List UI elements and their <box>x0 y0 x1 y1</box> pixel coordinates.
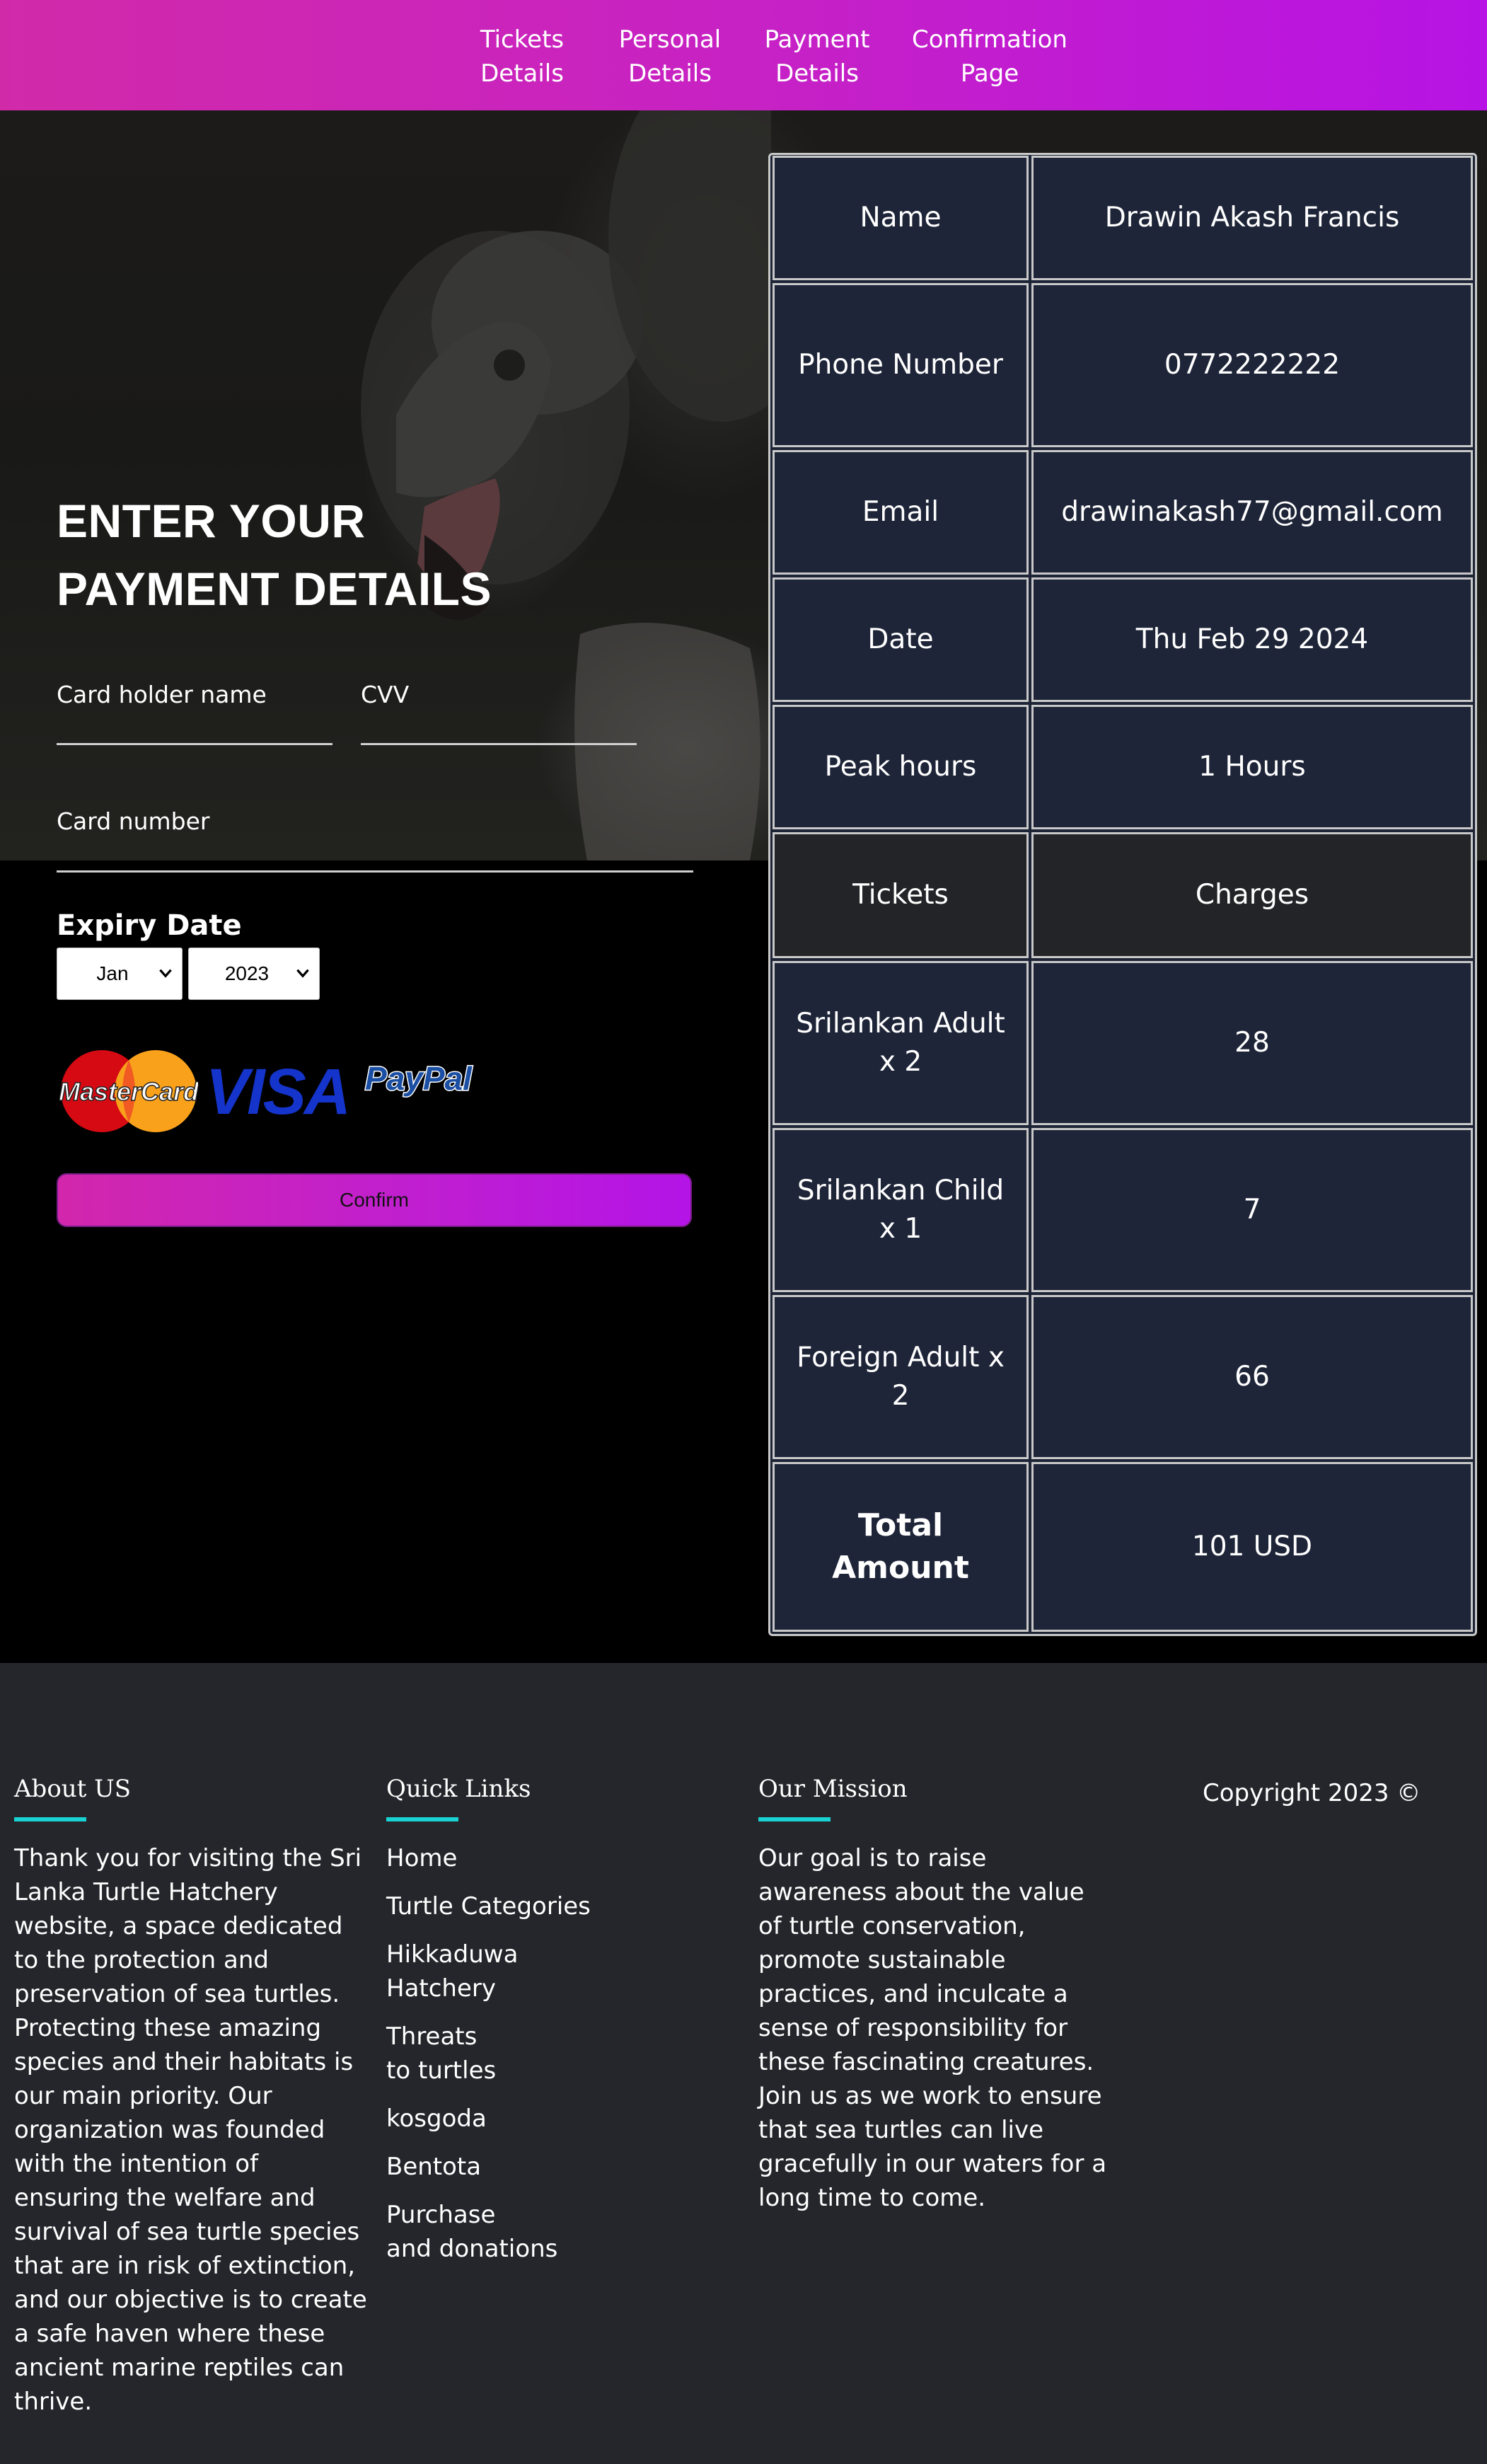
summary-value-total: 101 USD <box>1031 1462 1473 1632</box>
nav-payment-details[interactable]: Payment Details <box>760 23 874 91</box>
card-holder-label: Card holder name <box>57 681 267 708</box>
footer-heading-underline <box>758 1817 831 1821</box>
summary-label-srilankan-adult: Srilankan Adult x 2 <box>773 961 1029 1125</box>
summary-label-srilankan-child: Srilankan Child x 1 <box>773 1128 1029 1292</box>
footer-link-hikkaduwa-hatchery[interactable]: Hikkaduwa Hatchery <box>386 1938 518 2005</box>
summary-header-tickets: Tickets <box>773 832 1029 958</box>
summary-value-date: Thu Feb 29 2024 <box>1031 577 1473 702</box>
card-number-input[interactable] <box>57 870 693 873</box>
summary-value-foreign-adult: 66 <box>1031 1295 1473 1459</box>
footer-quick-links-heading: Quick Links <box>386 1775 531 1803</box>
summary-header-charges: Charges <box>1031 832 1473 958</box>
summary-value-phone: 0772222222 <box>1031 283 1473 447</box>
summary-value-srilankan-child: 7 <box>1031 1128 1473 1292</box>
payment-title: ENTER YOUR PAYMENT DETAILS <box>57 495 492 615</box>
footer-link-threats-to-turtles[interactable]: Threats to turtles <box>386 2020 496 2088</box>
card-holder-input[interactable] <box>57 743 332 745</box>
summary-label-date: Date <box>773 577 1029 702</box>
footer-link-kosgoda[interactable]: kosgoda <box>386 2102 487 2136</box>
footer-copyright: Copyright 2023 © <box>1203 1779 1421 1807</box>
mastercard-text: MasterCard <box>59 1077 198 1106</box>
visa-text: VISA <box>207 1061 348 1121</box>
expiry-month-select[interactable]: Jan <box>57 948 183 1000</box>
chevron-down-icon <box>159 969 172 978</box>
summary-label-peak-hours: Peak hours <box>773 705 1029 829</box>
expiry-month-value: Jan <box>96 962 129 984</box>
footer-link-turtle-categories[interactable]: Turtle Categories <box>386 1889 591 1923</box>
summary-value-peak-hours: 1 Hours <box>1031 705 1473 829</box>
paypal-text: PayPal <box>365 1060 473 1097</box>
mastercard-logo: MasterCard <box>59 1050 198 1132</box>
expiry-year-value: 2023 <box>224 962 270 984</box>
summary-value-srilankan-adult: 28 <box>1031 961 1473 1125</box>
footer-mission-heading: Our Mission <box>758 1775 908 1803</box>
summary-label-email: Email <box>773 450 1029 575</box>
footer-mission-text: Our goal is to raise awareness about the… <box>758 1844 1107 2212</box>
card-number-label: Card number <box>57 807 210 835</box>
footer-about-text: Thank you for visiting the Sri Lanka Tur… <box>14 1844 367 2416</box>
nav-confirmation-page[interactable]: Confirmation Page <box>908 23 1071 91</box>
nav-tickets-details[interactable]: Tickets Details <box>467 23 577 91</box>
summary-value-email: drawinakash77@gmail.com <box>1031 450 1473 575</box>
summary-label-name: Name <box>773 156 1029 280</box>
summary-label-foreign-adult: Foreign Adult x 2 <box>773 1295 1029 1459</box>
footer-about-heading: About US <box>14 1775 132 1803</box>
summary-value-name: Drawin Akash Francis <box>1031 156 1473 280</box>
footer-heading-underline <box>14 1817 86 1821</box>
summary-label-phone: Phone Number <box>773 283 1029 447</box>
expiry-date-label: Expiry Date <box>57 909 242 942</box>
confirm-button[interactable]: Confirm <box>57 1173 692 1227</box>
expiry-year-select[interactable]: 2023 <box>188 948 320 1000</box>
footer-heading-underline <box>386 1817 458 1821</box>
chevron-down-icon <box>296 969 309 978</box>
footer-link-bentota[interactable]: Bentota <box>386 2150 481 2184</box>
cvv-input[interactable] <box>361 743 637 745</box>
footer-link-home[interactable]: Home <box>386 1841 457 1875</box>
footer-link-purchase-and-donations[interactable]: Purchase and donations <box>386 2198 557 2266</box>
visa-logo: VISA <box>207 1061 348 1121</box>
summary-label-total: Total Amount <box>773 1462 1029 1632</box>
top-nav: Tickets Details Personal Details Payment… <box>0 0 1487 110</box>
paypal-logo: PayPal <box>364 1059 474 1098</box>
nav-personal-details[interactable]: Personal Details <box>610 23 730 91</box>
cvv-label: CVV <box>361 681 410 708</box>
